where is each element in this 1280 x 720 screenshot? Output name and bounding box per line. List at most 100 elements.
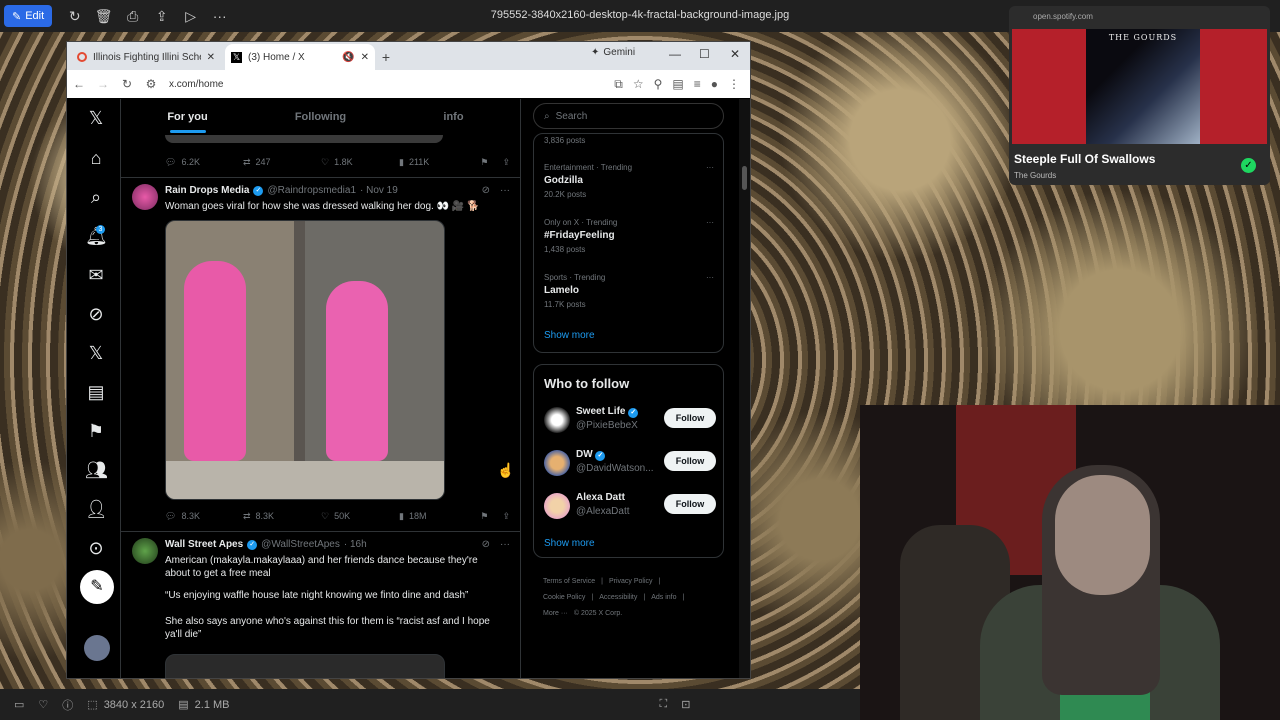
filmstrip-icon[interactable]: ▭ [14, 698, 24, 711]
search-input[interactable]: ⌕ Search [533, 103, 724, 129]
x-logo-icon[interactable]: 𝕏 [85, 107, 107, 129]
edit-button[interactable]: ✎ Edit [4, 5, 53, 27]
artist-name[interactable]: The Gourds [1014, 171, 1056, 180]
favorite-heart-icon[interactable]: ♡ [38, 698, 48, 711]
fit-to-window-icon[interactable]: ⛶ [660, 698, 668, 711]
grok-explain-icon[interactable]: ⊘ [482, 185, 490, 196]
forward-icon[interactable]: → [91, 77, 115, 91]
install-app-icon[interactable]: ⧉ [614, 77, 623, 92]
bookmarks-icon[interactable]: ⚑ [85, 420, 107, 442]
grok-explain-icon[interactable]: ⊘ [482, 539, 490, 550]
trend-item[interactable]: Only on X · Trending #FridayFeeling 1,43… [544, 218, 714, 254]
author-name[interactable]: Rain Drops Media [165, 185, 249, 196]
repost-button[interactable]: ⇄ 8.3K [243, 511, 321, 522]
bookmark-icon[interactable]: ⚑ [480, 511, 488, 522]
premium-x-icon[interactable]: 𝕏 [85, 342, 107, 364]
song-title[interactable]: Steeple Full Of Swallows [1014, 152, 1155, 166]
share-icon[interactable]: ⇪ [502, 157, 510, 168]
site-info-icon[interactable]: ⚙ [139, 77, 163, 91]
delete-icon[interactable]: 🗑 [89, 8, 118, 25]
terms-link[interactable]: Terms of Service [543, 578, 595, 585]
author-handle[interactable]: @WallStreetApes [261, 539, 340, 550]
share-icon[interactable]: ⇪ [502, 511, 510, 522]
suggestion-avatar[interactable] [544, 450, 570, 476]
bookmark-star-icon[interactable]: ☆ [633, 77, 644, 92]
close-tab-icon[interactable]: ✕ [207, 52, 215, 63]
mute-tab-icon[interactable]: 🔇 [342, 52, 354, 63]
home-icon[interactable]: ⌂ [85, 147, 107, 169]
scrollbar-thumb[interactable] [742, 166, 747, 190]
follow-suggestion[interactable]: Sweet Life ✓ @PixieBebeX Follow [544, 405, 716, 437]
privacy-link[interactable]: Privacy Policy [609, 578, 653, 585]
ads-info-link[interactable]: Ads info [651, 594, 676, 601]
lists-icon[interactable]: ▤ [85, 381, 107, 403]
tab-info[interactable]: info [387, 99, 520, 135]
print-icon[interactable]: ⎙ [118, 8, 147, 25]
repost-button[interactable]: ⇄ 247 [243, 157, 321, 168]
reply-button[interactable]: 💬︎ 8.3K [165, 511, 243, 522]
browser-menu-icon[interactable]: ⋮ [728, 77, 740, 92]
trend-more-icon[interactable]: ··· [706, 163, 714, 172]
compose-post-button[interactable]: ✎ [80, 570, 114, 604]
tweet-time[interactable]: · Nov 19 [360, 185, 398, 196]
trend-more-icon[interactable]: ··· [706, 273, 714, 282]
bookmark-icon[interactable]: ⚑ [480, 157, 488, 168]
follow-button[interactable]: Follow [664, 494, 716, 514]
profile-icon[interactable]: 👤︎ [85, 498, 108, 520]
follow-button[interactable]: Follow [664, 408, 716, 428]
suggestion-avatar[interactable] [544, 493, 570, 519]
reply-button[interactable]: 💬︎ 6.2K [165, 157, 243, 168]
views-button[interactable]: ▮ 211K [399, 157, 477, 168]
follow-suggestion[interactable]: Alexa Datt @AlexaDatt Follow [544, 491, 716, 523]
file-info-icon[interactable]: ⓘ [62, 697, 73, 713]
share-icon[interactable]: ⇪ [147, 8, 176, 25]
views-button[interactable]: ▮ 18M [399, 511, 477, 522]
minimize-icon[interactable]: — [669, 47, 681, 61]
gemini-button[interactable]: ✦ Gemini [591, 47, 635, 58]
suggestion-avatar[interactable] [544, 407, 570, 433]
extensions-icon[interactable]: ⚲ [654, 77, 663, 92]
tab-illini[interactable]: Illinois Fighting Illini Schedule | ✕ [71, 44, 221, 70]
explore-search-icon[interactable]: ⌕ [85, 186, 107, 208]
tweet-time[interactable]: · 16h [344, 539, 367, 550]
slideshow-icon[interactable]: ▷ [176, 8, 205, 25]
rotate-icon[interactable]: ↻ [60, 8, 89, 25]
tweet-more-icon[interactable]: ··· [500, 185, 510, 196]
suggestion-name[interactable]: Sweet Life ✓ [576, 406, 639, 418]
url-field[interactable]: x.com/home [169, 79, 614, 90]
profile-icon[interactable]: ● [711, 77, 718, 92]
more-options-icon[interactable]: ⊙ [85, 537, 107, 559]
trend-more-icon[interactable]: ··· [706, 218, 714, 227]
new-tab-button[interactable]: + [375, 44, 397, 70]
back-icon[interactable]: ← [67, 77, 91, 91]
more-link[interactable]: More ··· [543, 610, 568, 617]
grok-icon[interactable]: ⊘ [85, 303, 107, 325]
tab-x-home[interactable]: 𝕏 (3) Home / X 🔇 ✕ [225, 44, 375, 70]
close-tab-icon[interactable]: ✕ [361, 52, 369, 63]
like-button[interactable]: ♡ 50K [321, 511, 399, 522]
trend-item-partial[interactable]: 3,836 posts [544, 136, 714, 145]
reload-icon[interactable]: ↻ [115, 77, 139, 91]
maximize-icon[interactable]: ☐ [699, 47, 710, 61]
trend-item[interactable]: Sports · Trending Lamelo 11.7K posts ··· [544, 273, 714, 309]
close-window-icon[interactable]: ✕ [730, 47, 740, 61]
messages-icon[interactable]: ✉ [85, 264, 107, 286]
follow-suggestion[interactable]: DW ✓ @DavidWatson... Follow [544, 448, 716, 480]
more-icon[interactable]: ··· [205, 8, 234, 24]
follow-button[interactable]: Follow [664, 451, 716, 471]
suggestion-name[interactable]: DW ✓ [576, 449, 606, 461]
reading-list-icon[interactable]: ≡ [694, 77, 701, 92]
page-scrollbar[interactable] [739, 99, 750, 678]
saved-check-icon[interactable]: ✓ [1241, 158, 1256, 173]
like-button[interactable]: ♡ 1.8K [321, 157, 399, 168]
tab-for-you[interactable]: For you [121, 99, 254, 135]
split-view-icon[interactable]: ▤ [672, 77, 683, 92]
tweet-more-icon[interactable]: ··· [500, 539, 510, 550]
tweet-media-image[interactable] [165, 654, 445, 678]
actual-size-icon[interactable]: ⊡ [681, 698, 690, 711]
suggestion-name[interactable]: Alexa Datt [576, 492, 625, 503]
who-to-follow-show-more-link[interactable]: Show more [544, 538, 595, 549]
album-cover-image[interactable]: THE GOURDS [1086, 29, 1200, 144]
accessibility-link[interactable]: Accessibility [599, 594, 637, 601]
account-avatar[interactable] [84, 635, 110, 661]
